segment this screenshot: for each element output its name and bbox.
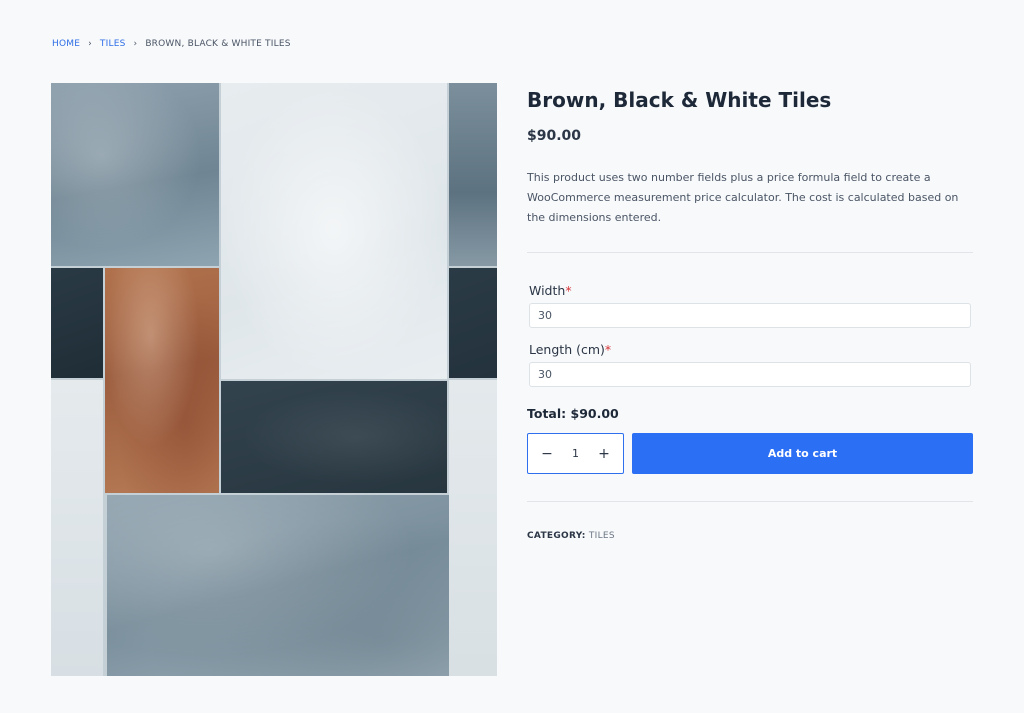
divider (527, 252, 973, 253)
marble-tile (107, 495, 449, 676)
quantity-stepper[interactable]: − 1 + (527, 433, 624, 474)
total-price: Total: $90.00 (527, 406, 619, 421)
category-link-tiles[interactable]: TILES (589, 531, 615, 541)
add-to-cart-form: − 1 + Add to cart (527, 433, 973, 474)
quantity-value[interactable]: 1 (572, 447, 579, 460)
product-image[interactable] (51, 83, 497, 676)
category-label: CATEGORY: (527, 531, 586, 541)
breadcrumb-home-link[interactable]: HOME (52, 39, 80, 49)
marble-tile (105, 268, 219, 493)
chevron-right-icon: › (133, 39, 138, 49)
product-title: Brown, Black & White Tiles (527, 88, 832, 112)
required-mark: * (565, 283, 572, 298)
length-label: Length (cm)* (529, 342, 973, 357)
product-description: This product uses two number fields plus… (527, 171, 959, 224)
marble-tile (449, 268, 497, 378)
width-label-text: Width (529, 283, 566, 298)
chevron-right-icon: › (88, 39, 92, 49)
marble-tile (51, 83, 219, 266)
marble-tile (449, 83, 497, 266)
plus-icon[interactable]: + (595, 446, 613, 462)
required-mark: * (604, 342, 612, 357)
marble-tile (221, 83, 447, 379)
marble-tile (221, 381, 447, 493)
divider (527, 501, 973, 502)
width-label: Width* (529, 283, 973, 298)
product-category: CATEGORY: TILES (527, 531, 973, 541)
breadcrumb: HOME › TILES › BROWN, BLACK & WHITE TILE… (52, 39, 291, 49)
marble-tile (449, 380, 497, 676)
breadcrumb-current: BROWN, BLACK & WHITE TILES (145, 39, 291, 49)
length-label-text: Length (cm) (529, 342, 605, 357)
add-to-cart-button[interactable]: Add to cart (632, 433, 973, 474)
breadcrumb-tiles-link[interactable]: TILES (100, 39, 126, 49)
marble-tile (51, 268, 103, 378)
marble-tile (51, 380, 103, 676)
minus-icon[interactable]: − (538, 446, 556, 462)
width-input[interactable] (529, 303, 971, 328)
product-summary: Brown, Black & White Tiles $90.00 This p… (527, 86, 973, 541)
product-price: $90.00 (527, 128, 582, 144)
length-input[interactable] (529, 362, 971, 387)
